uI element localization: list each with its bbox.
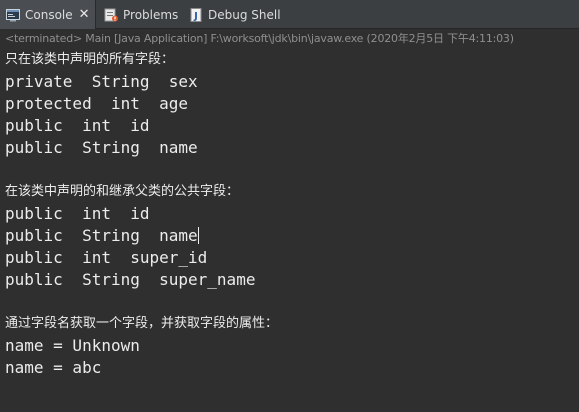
output-line: public int id [5,204,150,223]
output-line: public String super_name [5,270,256,289]
tab-problems[interactable]: Problems [101,0,178,29]
tab-console[interactable]: Console ✕ [0,0,96,29]
output-blank-line [5,159,579,181]
output-line: name = Unknown [5,336,140,355]
output-header-declared-fields: 只在该类中声明的所有字段： [5,52,175,67]
output-header-public-fields: 在该类中声明的和继承父类的公共字段： [5,184,240,199]
console-view: Console ✕ Problems J Debug Shell <termin… [0,0,579,412]
output-line: protected int age [5,94,189,113]
process-status: <terminated> Main [Java Application] F:\… [5,32,514,45]
view-tab-bar: Console ✕ Problems J Debug Shell [0,0,579,29]
output-line: public int id [5,116,150,135]
svg-text:J: J [193,11,198,22]
output-blank-line [5,291,579,313]
debug-shell-icon: J [188,7,204,23]
tab-debug-shell[interactable]: J Debug Shell [186,0,281,29]
problems-icon [103,7,119,23]
output-line-with-caret: public String name [5,225,579,247]
tab-console-label: Console [25,7,73,22]
output-line: public int super_id [5,248,208,267]
console-icon [5,7,21,23]
tab-problems-label: Problems [123,7,179,22]
output-line: name = abc [5,358,102,377]
close-icon[interactable]: ✕ [79,8,90,21]
output-line: private String sex [5,72,198,91]
tab-debug-shell-label: Debug Shell [208,7,281,22]
output-header-field-by-name: 通过字段名获取一个字段，并获取字段的属性： [5,316,279,331]
text-caret [197,227,199,244]
output-line: public String name [5,138,198,157]
output-line-text: public String name [5,226,198,245]
console-output[interactable]: 只在该类中声明的所有字段： private String sex protect… [5,49,579,379]
